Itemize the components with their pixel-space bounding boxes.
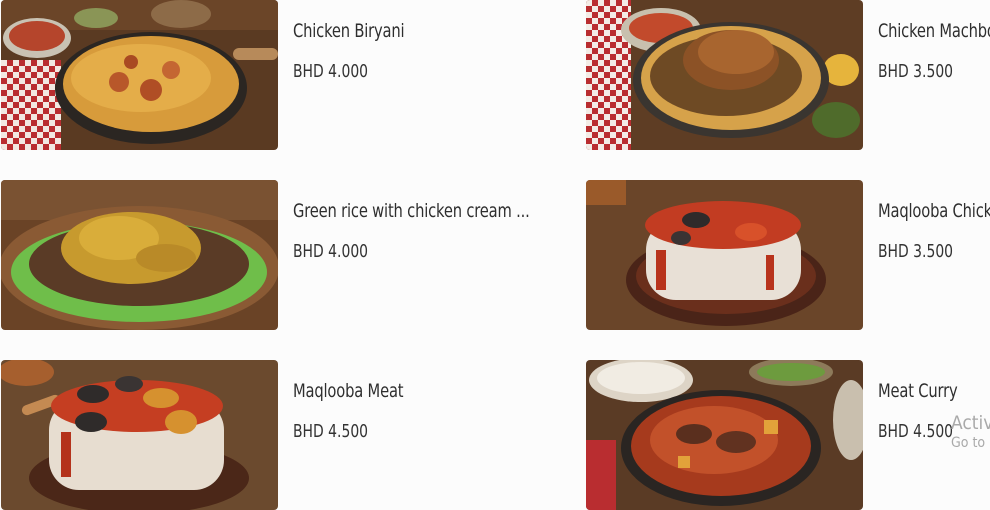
item-price: BHD 4.500 [878, 421, 954, 442]
item-price: BHD 4.500 [293, 421, 369, 442]
item-name[interactable]: Chicken Biryani [293, 20, 405, 42]
food-photo[interactable] [586, 180, 863, 330]
food-photo[interactable] [586, 360, 863, 510]
item-price: BHD 4.000 [293, 241, 369, 262]
item-price: BHD 3.500 [878, 61, 954, 82]
item-name[interactable]: Maqlooba Chick [878, 200, 990, 222]
food-photo[interactable] [1, 360, 278, 510]
item-price: BHD 3.500 [878, 241, 954, 262]
menu-item-card[interactable]: Maqlooba Meat BHD 4.500 [1, 360, 591, 510]
item-price: BHD 4.000 [293, 61, 369, 82]
menu-item-card[interactable]: Green rice with chicken cream ... BHD 4.… [1, 180, 591, 330]
menu-item-card[interactable]: Maqlooba Chick BHD 3.500 [586, 180, 990, 330]
item-name[interactable]: Maqlooba Meat [293, 380, 404, 402]
item-name[interactable]: Chicken Machbo [878, 20, 990, 42]
menu-item-card[interactable]: Chicken Biryani BHD 4.000 [1, 0, 591, 150]
menu-item-card[interactable]: Chicken Machbo BHD 3.500 [586, 0, 990, 150]
food-photo[interactable] [1, 0, 278, 150]
menu-item-card[interactable]: Meat Curry BHD 4.500 [586, 360, 990, 510]
item-name[interactable]: Green rice with chicken cream ... [293, 200, 530, 222]
item-name[interactable]: Meat Curry [878, 380, 958, 402]
food-photo[interactable] [1, 180, 278, 330]
food-photo[interactable] [586, 0, 863, 150]
